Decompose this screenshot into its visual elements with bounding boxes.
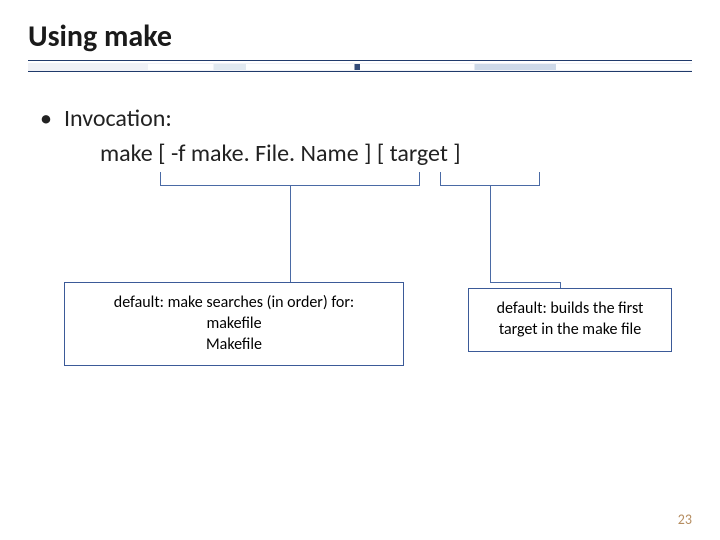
callout-box-left: default: make searches (in order) for: m… [64, 282, 404, 366]
title-underline [28, 60, 692, 72]
slide-title: Using make [28, 18, 172, 55]
callout-left-line3: Makefile [79, 335, 389, 356]
callout-box-right: default: builds the first target in the … [468, 288, 672, 352]
bracket-right [440, 172, 540, 186]
connector-right [490, 186, 491, 282]
bullet-item: • Invocation: make [ -f make. File. Name… [40, 104, 461, 168]
command-line: make [ -f make. File. Name ] [ target ] [100, 139, 461, 168]
bracket-left [160, 172, 420, 186]
slide-number: 23 [678, 511, 692, 528]
callout-right-line1: default: builds the first [483, 299, 657, 320]
bullet-dot-icon: • [40, 104, 52, 133]
callout-right-line2: target in the make file [483, 320, 657, 341]
connector-right-h [490, 282, 560, 283]
callout-left-line1: default: make searches (in order) for: [79, 293, 389, 314]
callout-left-line2: makefile [79, 314, 389, 335]
connector-left [290, 186, 291, 282]
bullet-text: Invocation: [64, 104, 172, 133]
